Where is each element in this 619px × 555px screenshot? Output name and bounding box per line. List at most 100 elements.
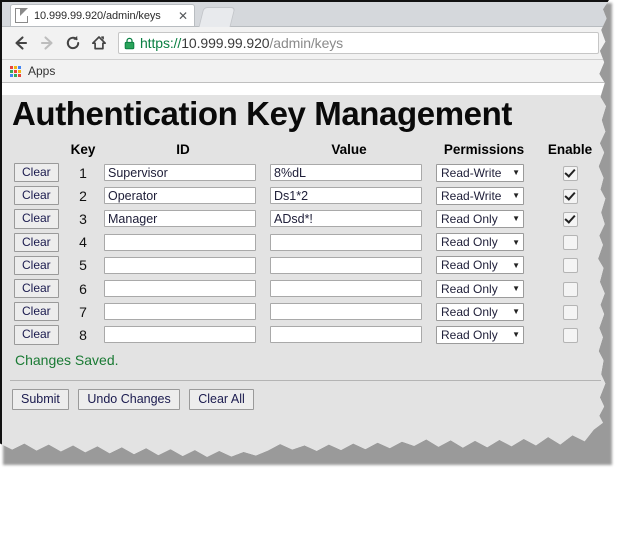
enable-cell bbox=[536, 254, 604, 277]
value-input[interactable] bbox=[270, 256, 422, 274]
tab-title: 10.999.99.920/admin/keys bbox=[34, 9, 161, 22]
tab-strip: 10.999.99.920/admin/keys ✕ bbox=[2, 2, 609, 27]
clear-cell: Clear bbox=[10, 254, 66, 277]
id-input[interactable] bbox=[104, 164, 256, 182]
clear-row-button[interactable]: Clear bbox=[14, 302, 59, 322]
clear-row-button[interactable]: Clear bbox=[14, 186, 59, 206]
enable-cell bbox=[536, 184, 604, 207]
auth-keys-table: Key ID Value Permissions Enable Clear 1 Re… bbox=[10, 141, 604, 347]
value-input[interactable] bbox=[270, 210, 422, 228]
permissions-select[interactable]: Read Only ▼ bbox=[436, 325, 524, 344]
chevron-down-icon: ▼ bbox=[512, 260, 520, 270]
id-input[interactable] bbox=[104, 280, 256, 298]
page-icon bbox=[15, 8, 28, 23]
column-header-id: ID bbox=[176, 142, 190, 157]
id-cell bbox=[100, 161, 266, 184]
permissions-select[interactable]: Read Only ▼ bbox=[436, 233, 524, 252]
key-number: 4 bbox=[79, 234, 87, 251]
action-bar: Submit Undo Changes Clear All bbox=[12, 388, 609, 425]
new-tab-button[interactable] bbox=[198, 7, 236, 27]
clear-row-button[interactable]: Clear bbox=[14, 255, 59, 275]
permissions-select[interactable]: Read Only ▼ bbox=[436, 256, 524, 275]
permissions-select-value: Read Only bbox=[441, 235, 498, 250]
submit-button[interactable]: Submit bbox=[12, 388, 69, 411]
clear-all-button[interactable]: Clear All bbox=[189, 388, 254, 411]
apps-bookmark-label[interactable]: Apps bbox=[28, 64, 55, 78]
permissions-select-value: Read Only bbox=[441, 327, 498, 342]
table-body: Clear 1 Read-Write ▼ Clear 2 Read-Write ▼ Clear 3… bbox=[10, 161, 604, 347]
close-icon[interactable]: ✕ bbox=[176, 10, 190, 22]
key-number: 2 bbox=[79, 187, 87, 204]
address-bar[interactable]: https://10.999.99.920/admin/keys bbox=[118, 32, 599, 54]
key-number: 1 bbox=[79, 164, 87, 181]
clear-cell: Clear bbox=[10, 207, 66, 230]
chevron-down-icon: ▼ bbox=[512, 191, 520, 201]
value-input[interactable] bbox=[270, 187, 422, 205]
clear-row-button[interactable]: Clear bbox=[14, 278, 59, 299]
enable-checkbox[interactable] bbox=[562, 304, 578, 320]
permissions-cell: Read Only ▼ bbox=[432, 254, 536, 277]
enable-checkbox[interactable] bbox=[562, 258, 578, 274]
enable-checkbox[interactable] bbox=[562, 188, 578, 204]
id-input[interactable] bbox=[104, 326, 256, 344]
chevron-down-icon: ▼ bbox=[512, 237, 520, 247]
id-input[interactable] bbox=[104, 233, 256, 251]
browser-tab-active[interactable]: 10.999.99.920/admin/keys ✕ bbox=[10, 4, 195, 26]
key-number: 8 bbox=[79, 326, 87, 343]
table-row: Clear 3 Read Only ▼ bbox=[10, 207, 604, 230]
value-input[interactable] bbox=[270, 326, 422, 344]
clear-cell: Clear bbox=[10, 231, 66, 254]
bookmarks-bar: Apps bbox=[2, 60, 609, 83]
id-cell bbox=[100, 207, 266, 230]
column-header-key: Key bbox=[70, 142, 96, 157]
page-content: Authentication Key Management Key ID Val… bbox=[2, 95, 609, 457]
permissions-cell: Read Only ▼ bbox=[432, 323, 536, 346]
clear-row-button[interactable]: Clear bbox=[14, 325, 59, 345]
id-input[interactable] bbox=[104, 256, 256, 274]
home-icon[interactable] bbox=[86, 30, 112, 56]
chevron-down-icon: ▼ bbox=[512, 330, 520, 340]
permissions-select-value: Read Only bbox=[441, 258, 498, 273]
reload-icon[interactable] bbox=[60, 30, 86, 56]
value-cell bbox=[266, 184, 432, 207]
lock-icon bbox=[124, 37, 135, 50]
id-cell bbox=[100, 184, 266, 207]
id-cell bbox=[100, 323, 266, 346]
id-input[interactable] bbox=[104, 210, 256, 228]
value-input[interactable] bbox=[270, 164, 422, 182]
id-input[interactable] bbox=[104, 187, 256, 205]
id-cell bbox=[100, 231, 266, 254]
permissions-select[interactable]: Read-Write ▼ bbox=[436, 163, 524, 182]
back-arrow-icon[interactable] bbox=[8, 30, 34, 56]
id-input[interactable] bbox=[104, 303, 256, 321]
chevron-down-icon: ▼ bbox=[512, 284, 520, 294]
enable-checkbox[interactable] bbox=[562, 235, 578, 251]
table-row: Clear 6 Read Only ▼ bbox=[10, 277, 604, 300]
clear-row-button[interactable]: Clear bbox=[14, 163, 59, 183]
value-input[interactable] bbox=[270, 280, 422, 298]
clear-cell: Clear bbox=[10, 323, 66, 346]
apps-grid-icon bbox=[10, 65, 21, 77]
permissions-select[interactable]: Read-Write ▼ bbox=[436, 186, 524, 205]
table-row: Clear 7 Read Only ▼ bbox=[10, 300, 604, 323]
permissions-select-value: Read Only bbox=[441, 281, 498, 296]
chevron-down-icon: ▼ bbox=[512, 168, 520, 178]
value-cell bbox=[266, 231, 432, 254]
enable-cell bbox=[536, 277, 604, 300]
enable-checkbox[interactable] bbox=[562, 165, 578, 181]
permissions-select[interactable]: Read Only ▼ bbox=[436, 302, 524, 321]
url-host: 10.999.99.920 bbox=[181, 35, 270, 51]
enable-checkbox[interactable] bbox=[562, 212, 578, 227]
enable-checkbox[interactable] bbox=[562, 281, 578, 297]
enable-checkbox[interactable] bbox=[562, 327, 578, 343]
value-input[interactable] bbox=[270, 303, 422, 321]
permissions-select[interactable]: Read Only ▼ bbox=[436, 209, 524, 228]
value-cell bbox=[266, 161, 432, 184]
clear-row-button[interactable]: Clear bbox=[14, 232, 59, 252]
value-input[interactable] bbox=[270, 233, 422, 251]
permissions-select[interactable]: Read Only ▼ bbox=[436, 279, 524, 298]
clear-row-button[interactable]: Clear bbox=[14, 209, 59, 229]
id-cell bbox=[100, 300, 266, 323]
undo-changes-button[interactable]: Undo Changes bbox=[78, 388, 180, 411]
value-cell bbox=[266, 300, 432, 323]
